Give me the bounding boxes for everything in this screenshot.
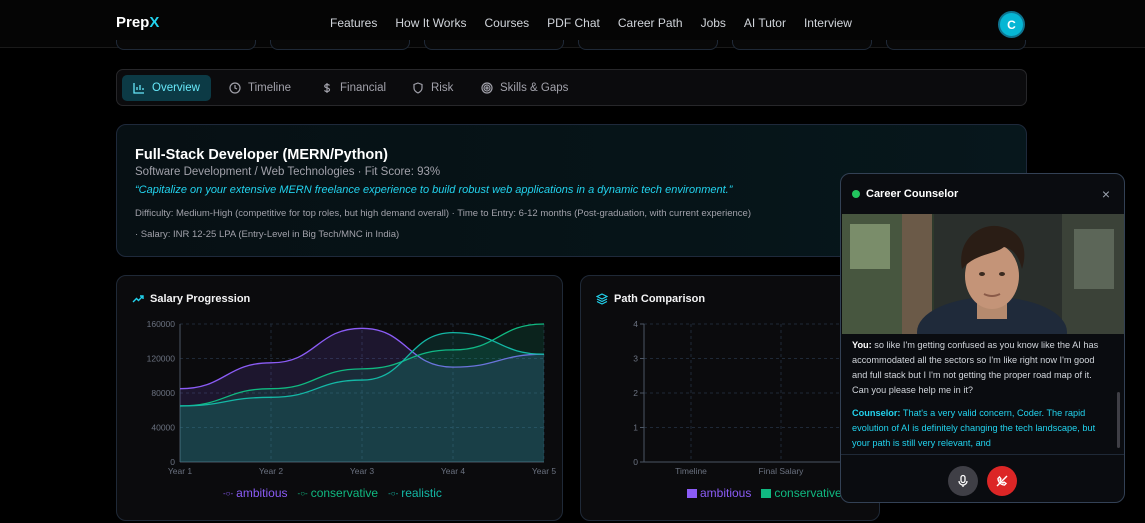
nav-link-courses[interactable]: Courses xyxy=(484,16,529,30)
target-icon xyxy=(481,82,493,94)
y-tick-label: 4 xyxy=(633,319,638,329)
online-indicator xyxy=(852,190,860,198)
phone-off-icon xyxy=(996,475,1008,487)
legend-label: conservative xyxy=(310,486,379,500)
x-tick-label: Year 3 xyxy=(350,466,375,476)
role-title: Full-Stack Developer (MERN/Python) xyxy=(135,147,388,163)
legend-marker: -○- xyxy=(388,488,399,498)
y-tick-label: 120000 xyxy=(147,354,176,364)
y-tick-label: 40000 xyxy=(151,423,175,433)
shield-icon xyxy=(413,82,423,94)
nav-link-how-it-works[interactable]: How It Works xyxy=(395,16,466,30)
panel-header: Career Counselor × xyxy=(841,174,1124,214)
legend-label: conservative xyxy=(774,486,842,500)
x-tick-label: Year 5 xyxy=(532,466,557,476)
y-tick-label: 160000 xyxy=(147,319,176,329)
clock-icon xyxy=(229,82,241,94)
nav-link-career-path[interactable]: Career Path xyxy=(618,16,683,30)
panel-title: Career Counselor xyxy=(866,188,959,200)
transcript-scrollbar[interactable] xyxy=(1117,392,1120,448)
legend-label: realistic xyxy=(401,486,442,500)
x-tick-label: Year 4 xyxy=(441,466,466,476)
role-meta: Difficulty: Medium-High (competitive for… xyxy=(135,208,752,219)
tab-skills-gaps[interactable]: Skills & Gaps xyxy=(470,75,579,101)
legend-item-ambitious[interactable]: -○- ambitious xyxy=(223,486,288,500)
stat-card-stub xyxy=(578,40,718,50)
nav-link-pdf-chat[interactable]: PDF Chat xyxy=(547,16,600,30)
role-quote: “Capitalize on your extensive MERN freel… xyxy=(135,184,733,196)
stat-card-stub xyxy=(116,40,256,50)
legend-marker: -○- xyxy=(223,488,234,498)
end-call-button[interactable] xyxy=(987,466,1017,496)
path-legend: ambitious conservative xyxy=(687,486,842,500)
y-tick-label: 80000 xyxy=(151,388,175,398)
tab-risk[interactable]: Risk xyxy=(401,75,464,101)
dollar-icon xyxy=(323,83,331,93)
bar-chart-icon xyxy=(133,83,144,94)
salary-progression-card: Salary Progression 0 40000 80000 120000 1600… xyxy=(116,275,563,521)
nav-link-features[interactable]: Features xyxy=(330,16,377,30)
salary-legend: -○- ambitious -○- conservative -○- realistic xyxy=(223,486,442,500)
y-tick-label: 1 xyxy=(633,423,638,433)
stat-card-stub xyxy=(886,40,1026,50)
stat-card-stub xyxy=(424,40,564,50)
chat-transcript: You: so like I'm getting confused as you… xyxy=(841,334,1117,452)
x-tick-label: Year 1 xyxy=(168,466,193,476)
x-tick-label: Final Salary xyxy=(759,466,805,476)
legend-label: ambitious xyxy=(700,486,752,500)
legend-swatch xyxy=(761,488,772,498)
y-tick-label: 3 xyxy=(633,354,638,364)
close-icon[interactable]: × xyxy=(1102,186,1110,202)
logo[interactable]: PrepX xyxy=(116,14,159,31)
legend-marker: -○- xyxy=(297,488,308,498)
counselor-message: Counselor: That's a very valid concern, … xyxy=(852,408,1096,448)
role-salary: · Salary: INR 12-25 LPA (Entry-Level in … xyxy=(135,229,400,240)
microphone-icon xyxy=(958,474,968,487)
video-feed-image xyxy=(842,214,1124,334)
nav-link-interview[interactable]: Interview xyxy=(804,16,852,30)
y-tick-label: 2 xyxy=(633,388,638,398)
legend-item-realistic[interactable]: -○- realistic xyxy=(388,486,442,500)
legend-item-conservative[interactable]: conservative xyxy=(761,486,842,500)
avatar[interactable]: C xyxy=(998,11,1025,38)
y-tick-label: 0 xyxy=(633,457,638,467)
nav-links: Features How It Works Courses PDF Chat C… xyxy=(330,16,870,30)
nav-link-jobs[interactable]: Jobs xyxy=(701,16,726,30)
x-tick-label: Year 2 xyxy=(259,466,284,476)
mic-button[interactable] xyxy=(948,466,978,496)
path-comparison-card: Path Comparison 0 1 2 3 4 Timeline Final Salar… xyxy=(580,275,880,521)
career-counselor-panel: Career Counselor × You: so like I'm gett… xyxy=(840,173,1125,503)
stat-card-stub xyxy=(270,40,410,50)
tab-financial[interactable]: Financial xyxy=(310,75,397,101)
tab-timeline[interactable]: Timeline xyxy=(218,75,302,101)
stat-card-stub xyxy=(732,40,872,50)
nav-link-ai-tutor[interactable]: AI Tutor xyxy=(744,16,786,30)
legend-label: ambitious xyxy=(236,486,288,500)
legend-swatch xyxy=(687,488,697,498)
role-subtitle: Software Development / Web Technologies … xyxy=(135,166,441,178)
legend-item-ambitious[interactable]: ambitious xyxy=(687,486,751,500)
user-message: You: so like I'm getting confused as you… xyxy=(852,340,1099,395)
tab-bar: Overview Timeline Financial Risk Skills … xyxy=(116,69,1027,106)
x-tick-label: Timeline xyxy=(675,466,707,476)
counselor-video xyxy=(842,214,1124,334)
legend-item-conservative[interactable]: -○- conservative xyxy=(298,486,379,500)
tab-overview[interactable]: Overview xyxy=(122,75,211,101)
call-controls xyxy=(841,454,1124,502)
